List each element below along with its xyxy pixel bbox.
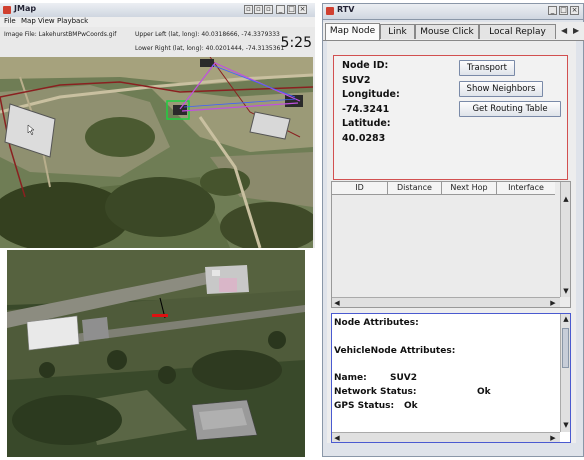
java-logo-icon [326,7,334,15]
tab-link[interactable]: Link [380,24,415,39]
node-attributes-heading: Node Attributes: [334,318,419,328]
minimize-icon[interactable]: _ [276,5,285,14]
jmap-title: JMap [14,4,37,13]
col-distance[interactable]: Distance [388,182,442,194]
longitude-value: -74.3241 [342,104,390,115]
scroll-down-icon[interactable]: ▼ [561,420,571,430]
vehicle-attributes-heading: VehicleNode Attributes: [334,346,456,356]
rtv-titlebar[interactable]: RTV _ □ × [323,4,583,20]
close-icon[interactable]: × [570,6,579,15]
attributes-panel: Node Attributes: VehicleNode Attributes:… [331,313,571,443]
scroll-down-icon[interactable]: ▼ [561,286,571,296]
show-neighbors-button[interactable]: Show Neighbors [459,81,543,97]
name-label: Name: [334,373,367,383]
upper-left-coords: Upper Left (lat, long): 40.0318666, -74.… [135,31,280,38]
routing-table-header: ID Distance Next Hop Interface [332,182,555,195]
scroll-up-icon[interactable]: ▲ [561,194,571,204]
tab-strip: Map Node Link Mouse Click Local Replay ◀… [323,22,584,41]
longitude-label: Longitude: [342,89,400,100]
tab-map-node[interactable]: Map Node [325,23,380,40]
menu-playback[interactable]: Playback [57,17,88,25]
scroll-up-icon[interactable]: ▲ [561,314,571,324]
latitude-value: 40.0283 [342,133,386,144]
node-id-value: SUV2 [342,75,371,86]
menu-file[interactable]: File [4,17,16,25]
clock-display: 5:25 [280,35,312,51]
scroll-right-icon[interactable]: ▶ [548,433,558,443]
tb-icon-3[interactable]: ▫ [264,5,273,14]
node-id-label: Node ID: [342,60,389,71]
tab-mouse-click[interactable]: Mouse Click [415,24,479,39]
menu-map[interactable]: Map [21,17,36,25]
maximize-icon[interactable]: □ [287,5,296,14]
tb-icon-2[interactable]: ▫ [254,5,263,14]
jmap-infobar: Image File: LakehurstBMPwCoords.gif Uppe… [0,27,315,57]
jmap-window: JMap ▫ ▫ ▫ _ □ × File Map View Playback … [0,3,315,248]
scroll-right-icon[interactable]: ▶ [548,298,558,308]
tb-icon-1[interactable]: ▫ [244,5,253,14]
network-status-value: Ok [477,387,491,397]
col-interface[interactable]: Interface [497,182,555,194]
col-next-hop[interactable]: Next Hop [442,182,497,194]
scroll-thumb[interactable] [562,328,569,368]
tab-scroll-right-icon[interactable]: ▶ [573,26,581,36]
scroll-left-icon[interactable]: ◀ [332,298,342,308]
aerial-map[interactable] [0,57,313,248]
attributes-hscrollbar[interactable]: ◀ ▶ [332,432,560,442]
name-value: SUV2 [390,373,418,383]
rtv-window: RTV _ □ × Map Node Link Mouse Click Loca… [322,3,584,457]
routing-table: ID Distance Next Hop Interface ▲ ▼ ◀ ▶ [331,181,571,308]
node-info-box: Node ID: SUV2 Longitude: -74.3241 Latitu… [333,55,568,180]
minimize-icon[interactable]: _ [548,6,557,15]
menu-view[interactable]: View [38,17,55,25]
tab-scroll-left-icon[interactable]: ◀ [561,26,569,36]
gps-status-label: GPS Status: [334,401,395,411]
attributes-vscrollbar[interactable]: ▲ ▼ [560,314,570,432]
terrain-3d-view[interactable] [7,250,305,457]
maximize-icon[interactable]: □ [559,6,568,15]
image-file-label: Image File: LakehurstBMPwCoords.gif [4,31,117,38]
tab-local-replay[interactable]: Local Replay [479,24,556,39]
jmap-menubar: File Map View Playback [0,17,315,27]
col-id[interactable]: ID [332,182,388,194]
table-hscrollbar[interactable]: ◀ ▶ [332,297,560,307]
get-routing-table-button[interactable]: Get Routing Table [459,101,561,117]
java-logo-icon [3,6,11,14]
close-icon[interactable]: × [298,5,307,14]
scroll-left-icon[interactable]: ◀ [332,433,342,443]
rtv-title: RTV [337,5,355,14]
table-vscrollbar[interactable]: ▲ ▼ [560,182,570,297]
transport-button[interactable]: Transport [459,60,515,76]
jmap-titlebar[interactable]: JMap ▫ ▫ ▫ _ □ × [0,3,315,18]
gps-status-value: Ok [404,401,418,411]
map-node-panel: Node ID: SUV2 Longitude: -74.3241 Latitu… [327,41,576,443]
network-status-label: Network Status: [334,387,417,397]
latitude-label: Latitude: [342,118,391,129]
lower-right-coords: Lower Right (lat, long): 40.0201444, -74… [135,45,285,52]
